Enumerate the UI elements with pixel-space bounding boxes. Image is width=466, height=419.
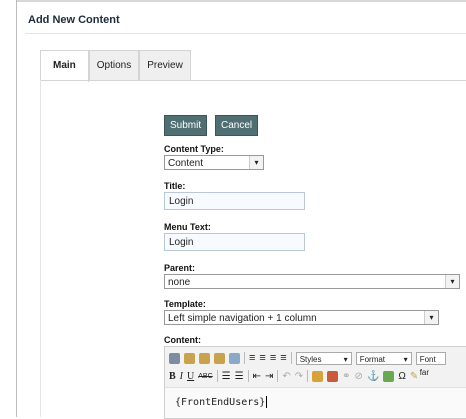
parent-value: none (168, 277, 191, 288)
chevron-down-icon: ▾ (424, 311, 438, 324)
tab-divider (40, 80, 466, 81)
insert-module-icon[interactable] (327, 370, 339, 382)
paste-text-icon[interactable] (214, 352, 225, 364)
insert-plugin-icon[interactable] (312, 370, 324, 382)
content-type-value: Content (168, 158, 204, 169)
editor-toolbar: ≡ ≡ ≡ ≡ Styles ▾ Format ▾ Font far B I U (165, 347, 466, 388)
styles-label: Styles (299, 354, 322, 364)
page-title: Add New Content (28, 14, 120, 26)
template-label: Template: (164, 299, 206, 309)
text-cursor (266, 396, 268, 408)
top-border (17, 0, 466, 2)
chevron-down-icon: ▾ (445, 275, 459, 288)
editor-text: {FrontEndUsers} (175, 397, 266, 408)
align-right-icon[interactable]: ≡ (270, 352, 276, 364)
tab-preview[interactable]: Preview (139, 50, 191, 80)
format-label: Format (359, 354, 386, 364)
tab-bar: Main Options Preview (40, 50, 191, 82)
outdent-icon[interactable]: ⇤ (253, 371, 261, 382)
redo-icon[interactable]: ↷ (295, 371, 303, 382)
italic-button[interactable]: I (180, 371, 183, 382)
title-divider (25, 33, 466, 34)
align-center-icon[interactable]: ≡ (259, 352, 265, 364)
rich-text-editor: ≡ ≡ ≡ ≡ Styles ▾ Format ▾ Font far B I U (164, 346, 466, 419)
font-family-label: Font far (419, 354, 436, 377)
bulleted-list-icon[interactable]: ☰ (222, 371, 231, 382)
undo-icon[interactable]: ↶ (282, 371, 290, 382)
indent-icon[interactable]: ⇥ (265, 371, 273, 382)
template-value: Left simple navigation + 1 column (168, 313, 317, 324)
content-panel: Add New Content Main Options Preview Sub… (16, 0, 466, 419)
toolbar-row-2: B I U ABC ☰ ☰ ⇤ ⇥ ↶ ↷ ⚭ ⊘ ⚓ Ω ✎ (169, 367, 418, 385)
toolbar-separator (290, 352, 292, 364)
toolbar-separator (244, 352, 245, 364)
anchor-icon[interactable]: ⚓ (367, 371, 379, 382)
toolbar-separator (277, 370, 279, 382)
tab-main[interactable]: Main (40, 50, 89, 82)
chevron-down-icon: ▾ (403, 354, 408, 364)
menu-text-label: Menu Text: (164, 222, 211, 232)
toolbar-separator (216, 370, 218, 382)
template-select[interactable]: Left simple navigation + 1 column ▾ (164, 310, 439, 325)
bold-button[interactable]: B (169, 371, 176, 382)
strikethrough-button[interactable]: ABC (198, 373, 212, 380)
unlink-icon[interactable]: ⊘ (355, 371, 363, 382)
tab-options[interactable]: Options (88, 50, 140, 80)
title-input[interactable]: Login (164, 192, 305, 210)
content-type-label: Content Type: (164, 144, 224, 154)
submit-button[interactable]: Submit (164, 115, 208, 136)
cleanup-icon[interactable]: ✎ (410, 371, 418, 382)
toolbar-separator (307, 370, 309, 382)
paste-icon[interactable] (199, 352, 210, 364)
menu-text-input[interactable]: Login (164, 233, 305, 251)
content-label: Content: (164, 335, 201, 345)
copy-icon[interactable] (184, 352, 195, 364)
format-select[interactable]: Format ▾ (355, 351, 412, 365)
special-char-icon[interactable]: Ω (398, 371, 405, 382)
align-left-icon[interactable]: ≡ (249, 352, 255, 364)
numbered-list-icon[interactable]: ☰ (235, 371, 244, 382)
editor-content[interactable]: {FrontEndUsers} (175, 396, 268, 408)
toolbar-row-1: ≡ ≡ ≡ ≡ Styles ▾ Format ▾ Font far (169, 349, 446, 377)
chevron-down-icon: ▾ (343, 354, 348, 364)
link-icon[interactable]: ⚭ (342, 371, 350, 382)
styles-select[interactable]: Styles ▾ (295, 351, 352, 365)
chevron-down-icon: ▾ (249, 156, 263, 169)
underline-button[interactable]: U (187, 371, 194, 382)
cancel-button[interactable]: Cancel (215, 115, 259, 136)
parent-select[interactable]: none ▾ (164, 274, 460, 289)
panel-left-border (40, 80, 41, 417)
cut-icon[interactable] (169, 352, 180, 364)
toolbar-separator (247, 370, 249, 382)
content-type-select[interactable]: Content ▾ (164, 155, 264, 170)
title-label: Title: (164, 181, 186, 191)
image-icon[interactable] (383, 370, 395, 382)
align-justify-icon[interactable]: ≡ (280, 352, 286, 364)
font-family-select[interactable]: Font far (415, 351, 446, 377)
parent-label: Parent: (164, 263, 196, 273)
paste-word-icon[interactable] (229, 352, 240, 364)
